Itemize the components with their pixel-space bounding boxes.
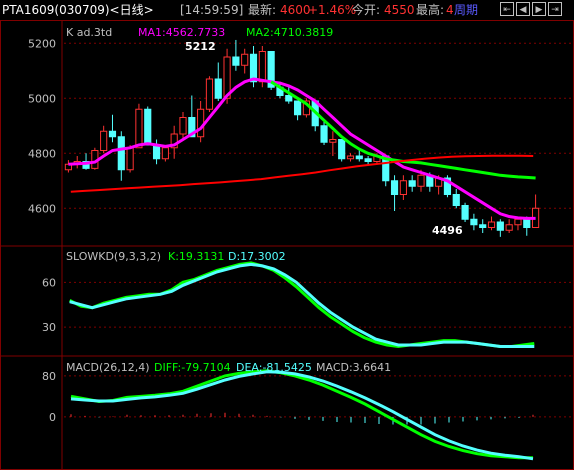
arrow-left-icon[interactable]: ◀ — [516, 2, 530, 16]
candle-body — [505, 224, 513, 231]
price-tick-label: 5000 — [28, 92, 56, 105]
arrow-right-icon[interactable]: ▶ — [532, 2, 546, 16]
macd-tick-label: 0 — [49, 411, 56, 424]
high-annotation: 5212 — [185, 40, 216, 53]
k-panel-label: K ad.3td — [66, 26, 112, 39]
price-tick-label: 5200 — [28, 37, 56, 50]
instrument-title: PTA1609(030709)<日线> — [2, 3, 154, 17]
candle-body — [126, 147, 134, 171]
candle-body — [408, 180, 416, 187]
candle-body — [338, 139, 346, 160]
kd-line-k — [69, 261, 535, 349]
candle-body — [346, 155, 355, 160]
candle-body — [152, 144, 161, 160]
candle-body — [496, 221, 504, 231]
ma-line-ma3 — [70, 154, 534, 193]
candle-body — [417, 174, 425, 187]
candle-body — [523, 218, 531, 228]
candle-body — [135, 108, 143, 149]
candle-body — [329, 139, 337, 143]
open-label: 今开: — [352, 3, 381, 17]
candle-body — [161, 147, 169, 160]
high-label: 最高: — [416, 3, 445, 17]
candle-body — [470, 218, 478, 226]
candle-body — [258, 51, 266, 83]
candle-body — [479, 224, 487, 228]
candle-body — [364, 158, 372, 162]
candle-body — [285, 95, 293, 102]
candle-body — [294, 100, 302, 116]
latest-value: 4600 — [280, 3, 311, 17]
period-button[interactable]: 周期 — [454, 0, 478, 20]
candle-body — [461, 205, 469, 220]
macd-tick-label: 80 — [42, 370, 56, 383]
candle-body — [214, 78, 222, 99]
candle-body — [108, 130, 117, 138]
candle-body — [399, 180, 407, 195]
candle-body — [197, 108, 205, 138]
low-annotation: 4496 — [432, 224, 463, 237]
macd-diff-label: DIFF:-79.7104 — [154, 361, 231, 374]
price-tick-label: 4800 — [28, 147, 56, 160]
candle-body — [117, 136, 125, 171]
kd-tick-label: 30 — [42, 321, 56, 334]
chart-frame — [0, 20, 574, 470]
open-value: 4550 — [384, 3, 415, 17]
chart-area[interactable]: 5200 5000 4800 4600 60 30 80 0 K ad.3td MA1:456… — [0, 20, 574, 470]
price-tick-label: 4600 — [28, 202, 56, 215]
ma2-label: MA2:4710.3819 — [246, 26, 333, 39]
kd-d-label: D:17.3002 — [228, 250, 286, 263]
macd-panel-label: MACD(26,12,4) — [66, 361, 150, 374]
jump-right-icon[interactable]: ⇥ — [548, 2, 562, 16]
candle-body — [241, 53, 249, 66]
high-value: 4 — [446, 3, 454, 17]
macd-dea-label: DEA:-81.5425 — [236, 361, 312, 374]
ma-line-ma2 — [270, 80, 536, 180]
latest-label: 最新: — [248, 3, 277, 17]
ma1-label: MA1:4562.7733 — [138, 26, 225, 39]
candle-body — [355, 155, 363, 160]
change-percent: +1.46% — [308, 3, 357, 17]
candle-body — [179, 117, 187, 135]
candle-body — [232, 56, 240, 66]
candle-body — [452, 194, 460, 206]
candle-body — [144, 108, 152, 146]
kd-tick-label: 60 — [42, 276, 56, 289]
time-display: [14:59:59] — [180, 3, 244, 17]
candle-body — [320, 125, 328, 143]
jump-left-icon[interactable]: ⇤ — [500, 2, 514, 16]
candle-body — [390, 180, 399, 195]
kd-line-d — [69, 262, 535, 348]
candle-body — [205, 78, 214, 110]
candle-body — [487, 221, 496, 228]
macd-line-dea — [70, 370, 534, 461]
kd-panel-label: SLOWKD(9,3,3,2) — [66, 250, 161, 263]
macd-value-label: MACD:3.6641 — [316, 361, 391, 374]
kd-k-label: K:19.3131 — [168, 250, 224, 263]
quote-header: PTA1609(030709)<日线> [14:59:59] 最新: 4600 … — [0, 0, 574, 21]
candle-body — [100, 130, 108, 151]
candle-body — [514, 218, 522, 226]
